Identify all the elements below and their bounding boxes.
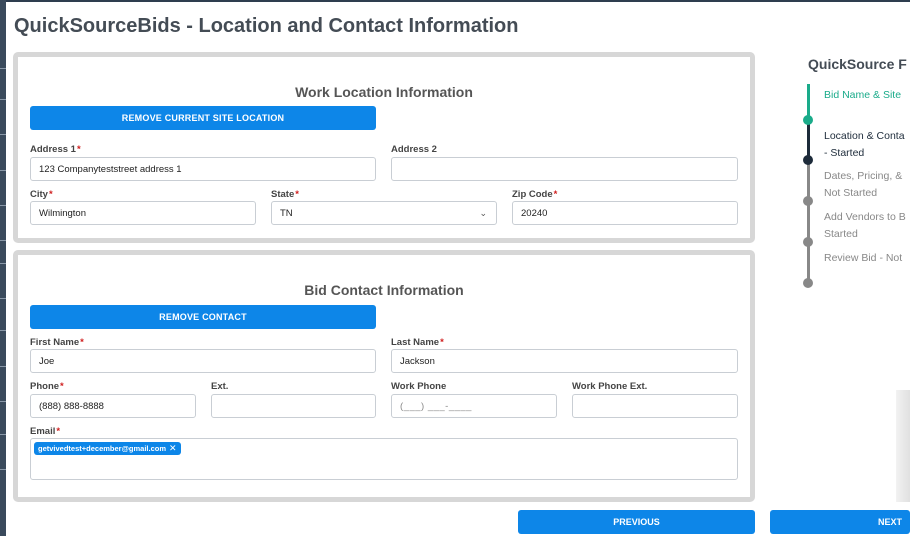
step-line-current: [807, 120, 810, 160]
sidebar-divider: [0, 330, 6, 331]
work-phone-label: Work Phone: [391, 381, 447, 392]
address2-input[interactable]: [391, 157, 738, 181]
step-label-line: Add Vendors to B: [824, 211, 906, 223]
remove-contact-button[interactable]: REMOVE CONTACT: [30, 305, 376, 329]
step-label-line: Bid Name & Site: [824, 89, 902, 101]
address1-input[interactable]: 123 Companyteststreet address 1: [30, 157, 376, 181]
step-dot-todo: [803, 196, 813, 206]
sidebar-divider: [0, 68, 6, 69]
sidebar-divider: [0, 240, 6, 241]
first-name-input[interactable]: Joe: [30, 349, 376, 373]
email-chip[interactable]: getvivedtest+december@gmail.com ✕: [34, 442, 181, 455]
work-phone-ext-input[interactable]: [572, 394, 738, 418]
email-input[interactable]: getvivedtest+december@gmail.com ✕: [30, 438, 738, 480]
step-location-contact[interactable]: Location & Conta - Started: [824, 128, 905, 162]
last-name-label: Last Name*: [391, 337, 444, 348]
sidebar-divider: [0, 298, 6, 299]
ext-input[interactable]: [211, 394, 376, 418]
sidebar-divider: [0, 263, 6, 264]
city-input[interactable]: Wilmington: [30, 201, 256, 225]
sidebar-divider: [0, 434, 6, 435]
first-name-label: First Name*: [30, 337, 84, 348]
state-select[interactable]: TN ⌄: [271, 201, 497, 225]
sidebar-divider: [0, 170, 6, 171]
overlay-edge: [896, 390, 910, 502]
chevron-down-icon: ⌄: [479, 208, 487, 218]
step-dates-pricing[interactable]: Dates, Pricing, & Not Started: [824, 168, 902, 202]
top-strip: [0, 0, 910, 2]
step-line-todo: [807, 160, 810, 283]
bid-contact-title: Bid Contact Information: [304, 282, 464, 298]
step-bid-name[interactable]: Bid Name & Site: [824, 87, 901, 104]
step-dot-current: [803, 155, 813, 165]
zip-label: Zip Code*: [512, 189, 558, 200]
email-label: Email*: [30, 426, 61, 437]
steps-title: QuickSource F: [808, 56, 907, 72]
state-label: State*: [271, 189, 299, 200]
email-chip-text: getvivedtest+december@gmail.com: [38, 444, 166, 453]
step-review-bid[interactable]: Review Bid - Not: [824, 250, 902, 267]
sidebar-divider: [0, 366, 6, 367]
address2-label: Address 2: [391, 144, 437, 155]
sidebar-divider: [0, 99, 6, 100]
page-title: QuickSourceBids - Location and Contact I…: [14, 15, 519, 37]
sidebar-divider: [0, 401, 6, 402]
step-dot-todo: [803, 237, 813, 247]
remove-site-location-button[interactable]: REMOVE CURRENT SITE LOCATION: [30, 106, 376, 130]
step-label-line: Location & Conta: [824, 130, 905, 142]
close-icon[interactable]: ✕: [169, 443, 177, 454]
step-label-status: Started: [824, 228, 858, 240]
step-dot-todo: [803, 278, 813, 288]
zip-input[interactable]: 20240: [512, 201, 738, 225]
work-phone-ext-label: Work Phone Ext.: [572, 381, 648, 392]
sidebar-divider: [0, 205, 6, 206]
sidebar-divider: [0, 469, 6, 470]
work-phone-input[interactable]: (___) ___-____: [391, 394, 557, 418]
phone-label: Phone*: [30, 381, 64, 392]
bid-contact-panel: Bid Contact Information REMOVE CONTACT F…: [13, 250, 755, 502]
work-location-panel: Work Location Information REMOVE CURRENT…: [13, 52, 755, 243]
work-location-title: Work Location Information: [295, 84, 473, 100]
sidebar-edge: [0, 0, 6, 536]
step-label-line: Review Bid - Not: [824, 252, 903, 264]
step-label-line: Dates, Pricing, &: [824, 170, 903, 182]
previous-button[interactable]: PREVIOUS: [518, 510, 755, 534]
last-name-input[interactable]: Jackson: [391, 349, 738, 373]
sidebar-divider: [0, 134, 6, 135]
ext-label: Ext.: [211, 381, 229, 392]
address1-label: Address 1*: [30, 144, 81, 155]
step-label-status: - Started: [824, 147, 865, 159]
step-add-vendors[interactable]: Add Vendors to B Started: [824, 209, 906, 243]
step-dot-done: [803, 115, 813, 125]
state-value: TN: [280, 207, 293, 219]
step-label-status: Not Started: [824, 187, 878, 199]
next-button[interactable]: NEXT: [770, 510, 910, 534]
phone-input[interactable]: (888) 888-8888: [30, 394, 196, 418]
city-label: City*: [30, 189, 53, 200]
